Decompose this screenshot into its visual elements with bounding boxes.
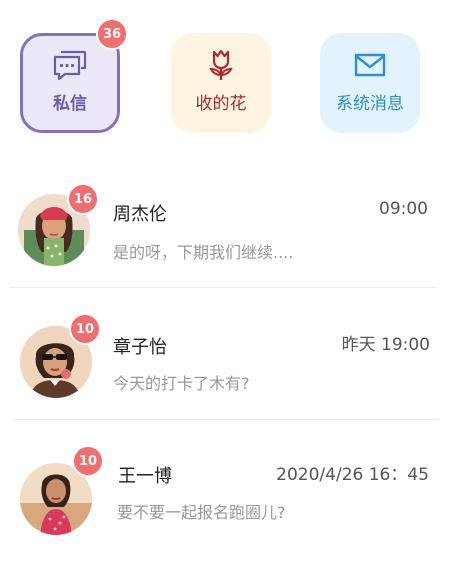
- flower-icon: [171, 47, 271, 83]
- chat-bubbles-icon: [23, 47, 117, 83]
- message-item[interactable]: 16 周杰伦 09:00 是的呀，下期我们继续....: [0, 180, 449, 285]
- tile-system-label: 系统消息: [336, 94, 404, 114]
- category-tiles: 私信 36 收的花 系统消息: [0, 0, 449, 150]
- divider: [10, 287, 436, 288]
- message-item[interactable]: 10 章子怡 昨天 19:00 今天的打卡了木有?: [0, 313, 449, 418]
- message-unread-badge: 10: [69, 313, 101, 345]
- message-time: 09:00: [379, 199, 428, 219]
- contact-name: 周杰伦: [113, 204, 167, 225]
- message-preview: 要不要一起报名跑圈儿?: [117, 503, 286, 522]
- tile-flowers-label: 收的花: [195, 94, 247, 114]
- contact-name: 章子怡: [113, 337, 167, 358]
- contact-name: 王一博: [118, 466, 172, 487]
- envelope-icon: [320, 47, 420, 83]
- message-item[interactable]: 10 王一博 2020/4/26 16：45 要不要一起报名跑圈儿?: [0, 445, 449, 558]
- message-unread-badge: 16: [67, 183, 99, 215]
- tile-received-flowers[interactable]: 收的花: [171, 33, 271, 133]
- tile-system-messages[interactable]: 系统消息: [320, 33, 420, 133]
- message-preview: 是的呀，下期我们继续....: [113, 243, 294, 262]
- message-unread-badge: 10: [72, 445, 104, 477]
- message-preview: 今天的打卡了木有?: [113, 374, 250, 393]
- message-time: 2020/4/26 16：45: [276, 465, 429, 485]
- tile-private-label: 私信: [53, 94, 87, 114]
- message-time: 昨天 19:00: [341, 335, 430, 355]
- divider: [14, 419, 438, 420]
- private-unread-badge: 36: [96, 18, 128, 50]
